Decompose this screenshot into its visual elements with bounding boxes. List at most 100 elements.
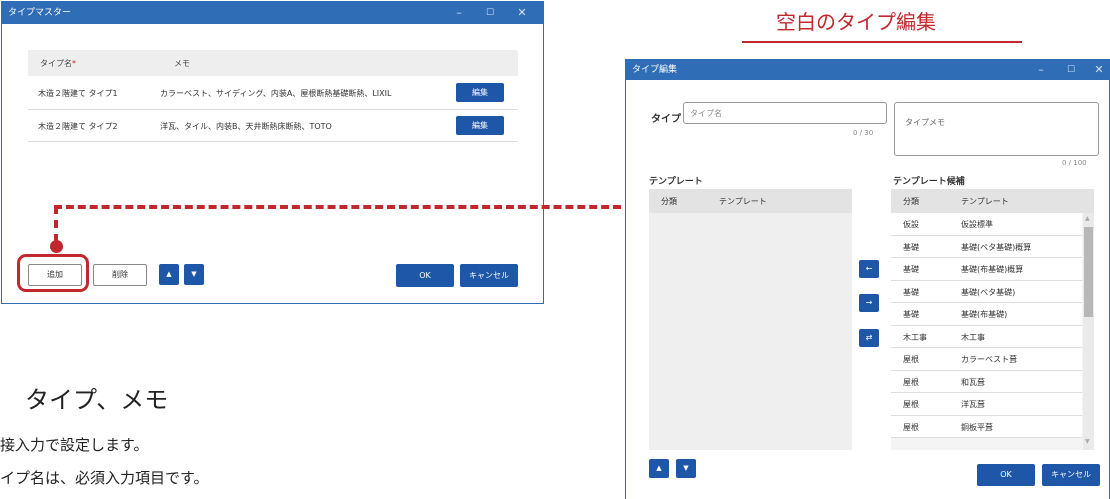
list-item[interactable]: 仮設 仮設標準 (891, 213, 1082, 236)
move-right-button[interactable]: → (859, 294, 879, 312)
type-name-counter: 0 / 30 (853, 129, 874, 137)
type-label: タイプ (651, 114, 681, 125)
list-item[interactable]: 基礎 基礎(ベタ基礎)概算 (891, 235, 1082, 258)
swap-button[interactable]: ⇄ (859, 329, 879, 347)
table-row[interactable]: 木造２階建て タイプ1 カラーベスト、サイディング、内装A、屋根断熱基礎断熱、L… (28, 76, 518, 110)
required-mark: * (72, 59, 76, 68)
list-item[interactable]: 木工事 木工事 (891, 325, 1082, 348)
list-item[interactable]: 屋根 カラーベスト葺 (891, 348, 1082, 371)
ok-button[interactable]: OK (396, 264, 454, 287)
candidate-list[interactable]: 分類 テンプレート 仮設 仮設標準 基礎 基礎(ベタ基礎)概算 基礎 基礎(布基礎)概算基… (891, 189, 1094, 450)
type-memo-placeholder: タイプメモ (905, 118, 945, 127)
template-cell: 基礎(布基礎)概算 (961, 265, 1024, 274)
category-cell: 基礎 (903, 265, 919, 274)
heading-underline (742, 41, 1022, 43)
maximize-button[interactable]: ☐ (477, 2, 503, 24)
list-item[interactable]: 屋根 和瓦葺 (891, 370, 1082, 393)
list-item[interactable]: 屋根 銅板平葺 (891, 415, 1082, 438)
move-up-button[interactable]: ▲ (159, 264, 179, 285)
type-name-cell: 木造２階建て タイプ1 (38, 89, 118, 98)
category-cell: 屋根 (903, 377, 919, 387)
category-cell: 仮設 (903, 220, 919, 229)
arrow-right-icon: → (865, 298, 873, 307)
close-button[interactable]: ✕ (1086, 60, 1110, 80)
cancel-button[interactable]: キャンセル (460, 264, 518, 287)
type-name-cell: 木造２階建て タイプ2 (38, 122, 118, 131)
callout-highlight (17, 254, 89, 292)
callout-connector (54, 205, 621, 209)
template-list[interactable]: 分類 テンプレート (649, 189, 852, 450)
template-cell: 洋瓦葺 (961, 400, 985, 409)
window-title: タイプマスター (8, 8, 72, 18)
list-item[interactable]: 基礎 基礎(ベタ基礎) (891, 280, 1082, 303)
callout-connector (54, 206, 58, 242)
column-header-template: テンプレート (719, 197, 767, 206)
column-header-type-name: タイプ名 (40, 59, 72, 68)
body-text-line: 接入力で設定します。 (0, 436, 149, 454)
scrollbar-thumb[interactable] (1084, 227, 1093, 317)
window-title: タイプ編集 (632, 65, 678, 75)
template-cell: 基礎(布基礎) (961, 310, 1008, 319)
type-memo-counter: 0 / 100 (1062, 159, 1087, 167)
move-down-button[interactable]: ▼ (676, 459, 696, 478)
category-cell: 基礎 (903, 242, 919, 252)
arrow-up-icon: ▲ (166, 270, 172, 278)
template-cell: カラーベスト葺 (961, 355, 1018, 364)
template-cell: 基礎(ベタ基礎) (961, 287, 1016, 297)
table-header: タイプ名* メモ (28, 50, 518, 76)
arrow-down-icon: ▼ (191, 270, 197, 278)
candidate-list-header: 分類 テンプレート (891, 189, 1094, 213)
type-name-input[interactable]: タイプ名 (683, 102, 887, 124)
category-cell: 屋根 (903, 422, 919, 432)
cancel-button[interactable]: キャンセル (1042, 464, 1100, 486)
category-cell: 屋根 (903, 355, 919, 364)
template-list-header: 分類 テンプレート (649, 189, 852, 213)
minimize-button[interactable]: – (1028, 60, 1054, 80)
template-label: テンプレート (649, 177, 703, 187)
category-cell: 基礎 (903, 287, 919, 297)
template-cell: 仮設標準 (961, 220, 993, 229)
minimize-button[interactable]: – (446, 2, 472, 24)
delete-button[interactable]: 削除 (93, 264, 147, 286)
body-text-line: イプ名は、必須入力項目です。 (0, 469, 209, 487)
list-item[interactable]: 基礎 基礎(布基礎)概算 (891, 258, 1082, 281)
scrollbar[interactable]: ▲ ▼ (1083, 213, 1094, 450)
column-header-template: テンプレート (961, 197, 1009, 206)
maximize-button[interactable]: ☐ (1058, 60, 1084, 80)
move-down-button[interactable]: ▼ (184, 264, 204, 285)
table-row[interactable]: 木造２階建て タイプ2 洋瓦、タイル、内装B、天井断熱床断熱、TOTO 編集 (28, 110, 518, 142)
move-left-button[interactable]: ← (859, 260, 879, 278)
memo-cell: カラーベスト、サイディング、内装A、屋根断熱基礎断熱、LIXIL (160, 89, 392, 98)
template-cell: 銅板平葺 (961, 422, 993, 432)
close-button[interactable]: ✕ (509, 2, 535, 24)
edit-button[interactable]: 編集 (456, 116, 504, 135)
memo-cell: 洋瓦、タイル、内装B、天井断熱床断熱、TOTO (160, 122, 332, 131)
category-cell: 基礎 (903, 310, 919, 319)
move-up-button[interactable]: ▲ (649, 459, 669, 478)
candidate-label: テンプレート候補 (893, 177, 965, 187)
arrow-down-icon: ▼ (683, 464, 689, 472)
section-title: タイプ、メモ (25, 386, 169, 414)
template-cell: 和瓦葺 (961, 377, 985, 387)
list-item[interactable]: 基礎 基礎(布基礎) (891, 303, 1082, 326)
arrow-left-icon: ← (865, 264, 873, 273)
scroll-up-arrow-icon[interactable]: ▲ (1085, 215, 1090, 222)
type-edit-window: タイプ編集 – ☐ ✕ タイプ タイプ名 0 / 30 タイプメモ 0 / 10… (625, 59, 1110, 499)
type-name-placeholder: タイプ名 (690, 109, 722, 118)
blank-edit-heading: 空白のタイプ編集 (776, 10, 936, 34)
swap-icon: ⇄ (865, 333, 873, 342)
column-header-memo: メモ (174, 59, 190, 68)
candidate-rows: 仮設 仮設標準 基礎 基礎(ベタ基礎)概算 基礎 基礎(布基礎)概算 基礎 基礎(ベタ基礎) 基… (891, 213, 1082, 450)
column-header-category: 分類 (661, 197, 677, 206)
category-cell: 屋根 (903, 400, 919, 409)
arrow-up-icon: ▲ (656, 464, 662, 472)
list-item[interactable]: 屋根 洋瓦葺 (891, 393, 1082, 416)
column-header-category: 分類 (903, 197, 919, 206)
category-cell: 木工事 (903, 332, 927, 342)
edit-button[interactable]: 編集 (456, 83, 504, 102)
template-cell: 基礎(ベタ基礎)概算 (961, 242, 1032, 252)
type-memo-input[interactable]: タイプメモ (894, 102, 1099, 156)
template-cell: 木工事 (961, 332, 985, 342)
scroll-down-arrow-icon[interactable]: ▼ (1085, 438, 1090, 445)
ok-button[interactable]: OK (977, 464, 1035, 486)
